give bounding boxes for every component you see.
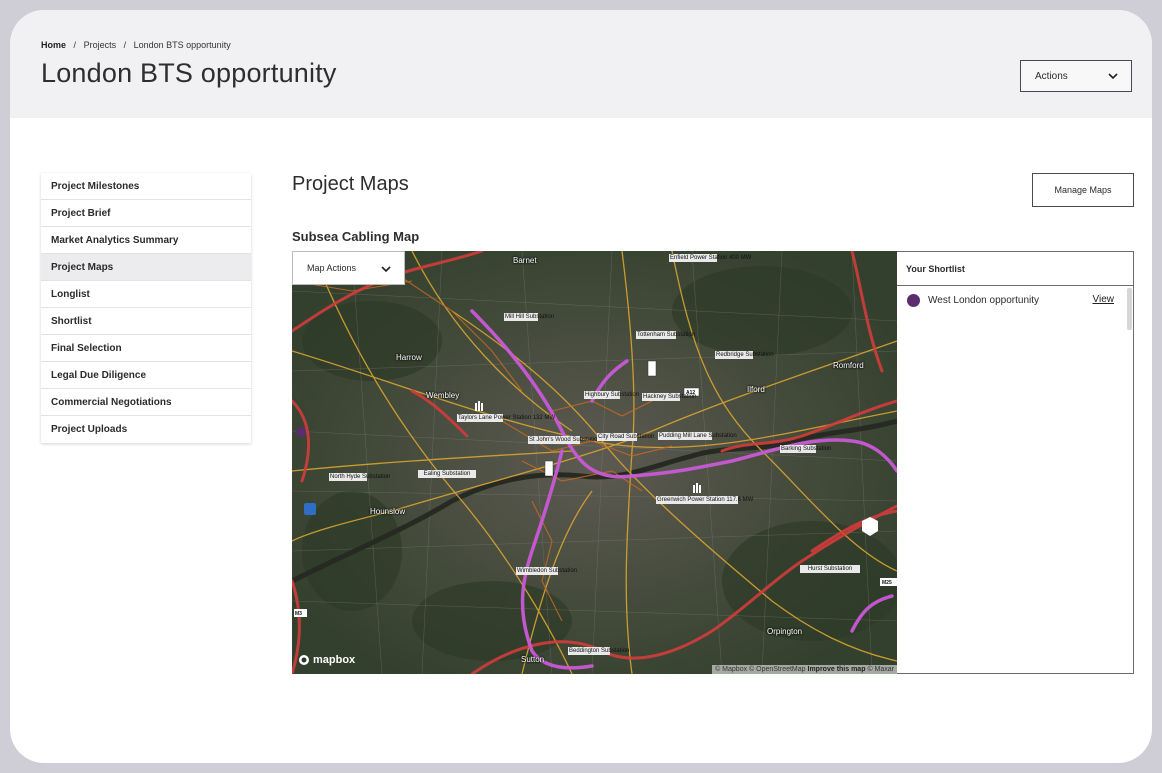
place-label: Orpington — [767, 627, 803, 636]
scrollbar[interactable] — [1127, 288, 1132, 330]
breadcrumb-home[interactable]: Home — [41, 40, 66, 50]
place-label: Barnet — [513, 256, 537, 265]
substation-label: Taylors Lane Power Station 132 MW — [457, 414, 555, 422]
substation-label: Redbridge Substation — [715, 351, 774, 359]
place-label: Harrow — [396, 353, 422, 362]
substation-label: Beddington Substation — [568, 647, 630, 655]
sidebar-nav: Project Milestones Project Brief Market … — [41, 173, 251, 443]
substation-label: City Road Substation — [597, 433, 655, 441]
sidebar-item-market-analytics-summary[interactable]: Market Analytics Summary — [41, 227, 251, 254]
shortlist-marker-dot — [907, 293, 920, 307]
attribution-text[interactable]: © Mapbox © OpenStreetMap — [715, 666, 805, 673]
place-label: Sutton — [521, 655, 545, 664]
sidebar-item-shortlist[interactable]: Shortlist — [41, 308, 251, 335]
substation-label: North Hyde Substation — [329, 473, 391, 481]
manage-maps-button[interactable]: Manage Maps — [1032, 173, 1134, 207]
road-shield-m25: M25 — [882, 580, 892, 586]
shortlist-item-name: West London opportunity — [928, 294, 1040, 306]
mapbox-logo[interactable]: mapbox — [298, 654, 355, 666]
map-actions-dropdown[interactable]: Map Actions — [292, 251, 405, 285]
substation-label: Highbury Substation — [584, 391, 640, 399]
actions-label: Actions — [1035, 70, 1068, 82]
mapbox-logo-text: mapbox — [313, 654, 356, 666]
substation-label: Wimbledon Substation — [516, 567, 578, 575]
substation-label: Pudding Mill Lane Substation — [658, 432, 737, 440]
chevron-down-icon — [1108, 73, 1118, 80]
breadcrumb-projects[interactable]: Projects — [84, 40, 117, 50]
sidebar-item-project-milestones[interactable]: Project Milestones — [41, 173, 251, 200]
substation-label: Mill Hill Substation — [504, 313, 555, 321]
subsea-cabling-map[interactable]: A12 M25 M3 Map Actions Barnet Harrow Wem… — [292, 251, 897, 674]
app-window: Home / Projects / London BTS opportunity… — [10, 10, 1152, 763]
improve-map-link[interactable]: Improve this map — [808, 666, 866, 673]
substation-label: St John's Wood Substation — [528, 436, 601, 444]
breadcrumb: Home / Projects / London BTS opportunity — [41, 40, 236, 50]
road-shield-m3: M3 — [295, 611, 302, 617]
map-title: Subsea Cabling Map — [292, 229, 420, 244]
map-canvas[interactable]: A12 M25 M3 — [292, 251, 897, 674]
place-label: Hounslow — [370, 507, 406, 516]
sidebar-item-project-maps[interactable]: Project Maps — [41, 254, 251, 281]
place-label: Ilford — [747, 385, 765, 394]
view-link[interactable]: View — [1093, 294, 1115, 305]
substation-label: Barking Substation — [780, 445, 832, 453]
sidebar-item-final-selection[interactable]: Final Selection — [41, 335, 251, 362]
substation-label: Ealing Substation — [418, 470, 476, 478]
actions-dropdown[interactable]: Actions — [1020, 60, 1132, 92]
breadcrumb-separator: / — [123, 40, 127, 50]
place-label: Romford — [833, 361, 864, 370]
substation-label: Hackney Substation — [642, 393, 697, 401]
map-actions-label: Map Actions — [307, 263, 357, 273]
shortlist-item[interactable]: West London opportunity View — [897, 286, 1133, 314]
sidebar-item-legal-due-diligence[interactable]: Legal Due Diligence — [41, 362, 251, 389]
sidebar-item-project-uploads[interactable]: Project Uploads — [41, 416, 251, 443]
breadcrumb-separator: / — [73, 40, 77, 50]
substation-label: Enfield Power Station 400 MW — [669, 254, 752, 262]
section-title: Project Maps — [292, 173, 409, 195]
page-header: Home / Projects / London BTS opportunity… — [10, 10, 1152, 118]
chevron-down-icon — [381, 266, 391, 273]
sidebar-item-project-brief[interactable]: Project Brief — [41, 200, 251, 227]
breadcrumb-current: London BTS opportunity — [133, 40, 231, 50]
substation-label: Greenwich Power Station 117.6 MW — [656, 496, 754, 504]
substation-label: Tottenham Substation — [636, 331, 696, 339]
place-label: Wembley — [426, 391, 460, 400]
sidebar-item-longlist[interactable]: Longlist — [41, 281, 251, 308]
mapbox-icon — [299, 655, 309, 665]
page-title: London BTS opportunity — [41, 58, 337, 88]
shortlist-title: Your Shortlist — [897, 252, 1133, 286]
substation-label: Hurst Substation — [800, 565, 860, 573]
sidebar-item-commercial-negotiations[interactable]: Commercial Negotiations — [41, 389, 251, 416]
map-attribution: © Mapbox © OpenStreetMap Improve this ma… — [712, 665, 897, 674]
shortlist-panel: Your Shortlist West London opportunity V… — [897, 251, 1134, 674]
attribution-tail[interactable]: © Maxar — [867, 666, 894, 673]
